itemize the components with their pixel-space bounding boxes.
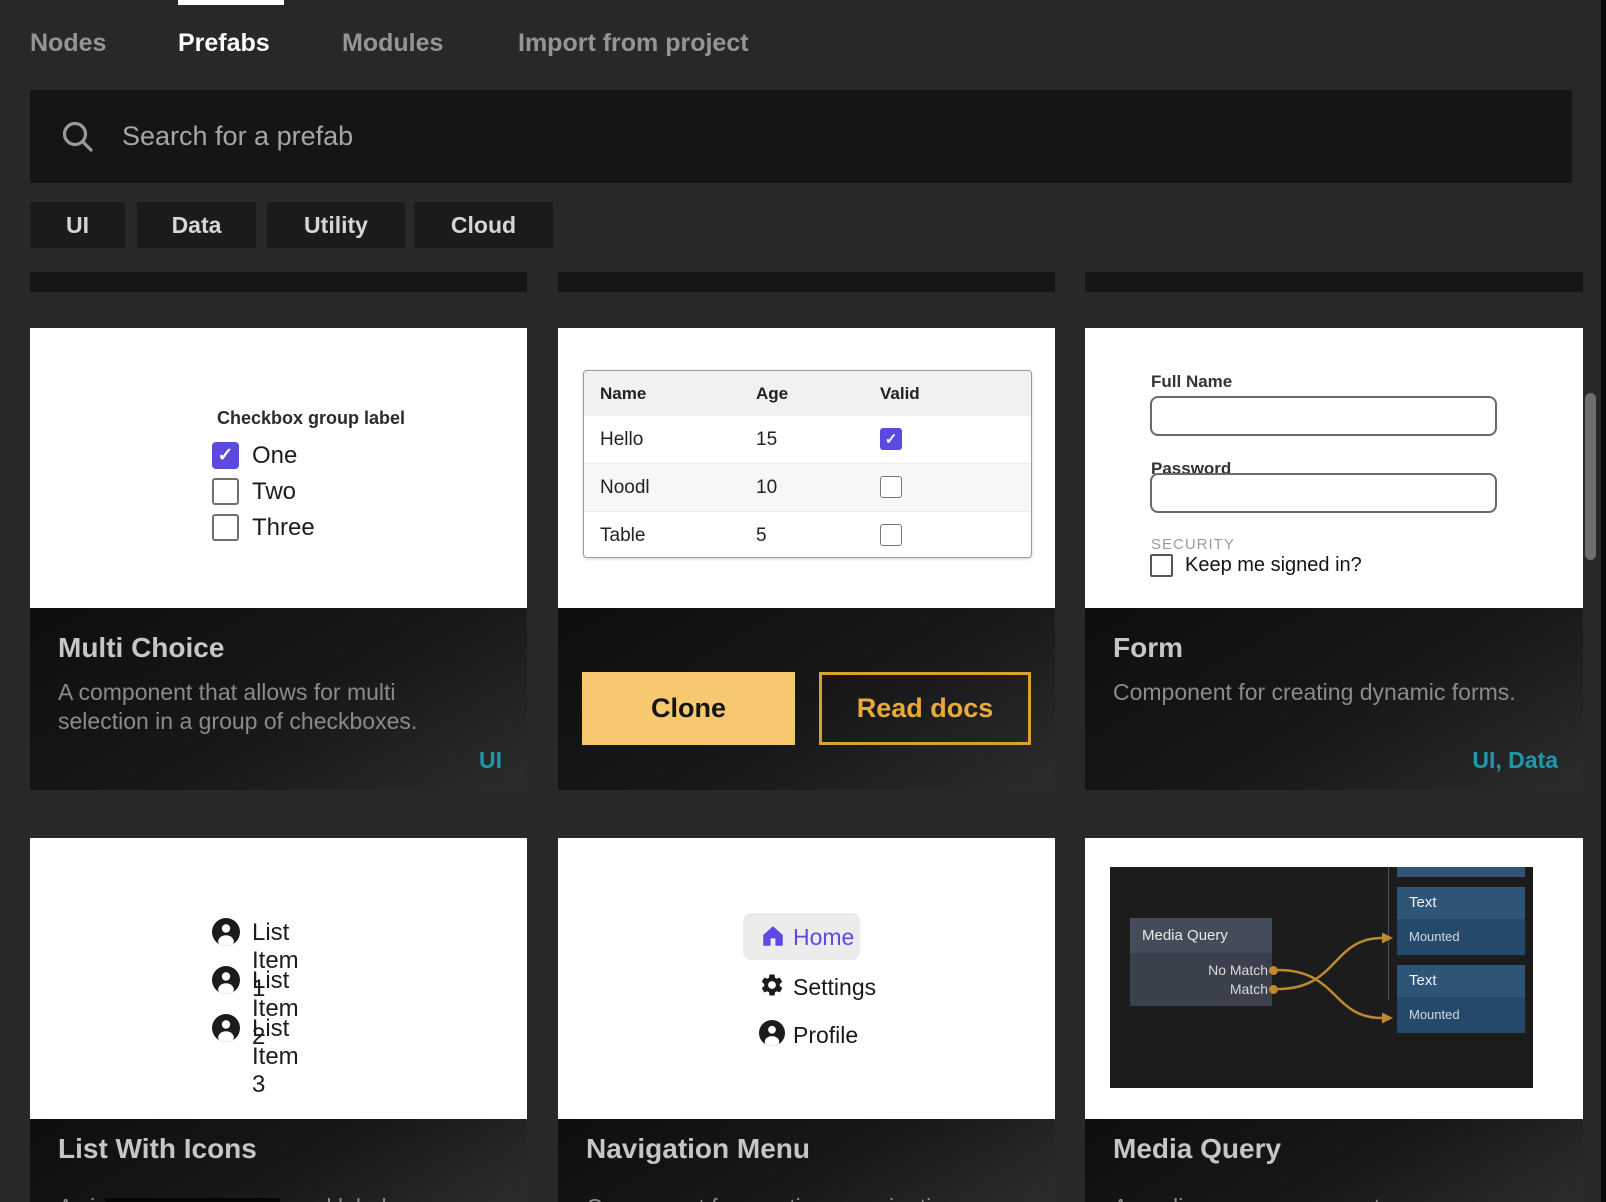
table-row: Table 5 bbox=[584, 512, 1031, 558]
cell-checkbox-checked: ✓ bbox=[880, 428, 902, 450]
filter-chip-cloud[interactable]: Cloud bbox=[414, 202, 553, 248]
nav-item-profile: Profile bbox=[793, 1022, 858, 1049]
table-header-row: Name Age Valid bbox=[584, 371, 1031, 417]
card-footer: Navigation Menu Component for creating a… bbox=[558, 1119, 1055, 1202]
cell-checkbox-unchecked bbox=[880, 476, 902, 498]
checkbox-label: One bbox=[252, 442, 297, 470]
search-placeholder: Search for a prefab bbox=[122, 121, 353, 152]
table-row: Noodl 10 bbox=[584, 464, 1031, 512]
card-title: Multi Choice bbox=[58, 632, 224, 664]
card-title: Media Query bbox=[1113, 1133, 1281, 1165]
multi-choice-preview: Checkbox group label ✓ One Two Three bbox=[30, 328, 527, 608]
full-name-label: Full Name bbox=[1151, 372, 1232, 392]
active-tab-indicator bbox=[178, 0, 284, 5]
vertical-scrollbar-thumb[interactable] bbox=[1585, 393, 1596, 560]
filter-chip-ui[interactable]: UI bbox=[30, 202, 125, 248]
card-description: A media query component. bbox=[1113, 1193, 1545, 1202]
checkbox-group-label: Checkbox group label bbox=[217, 408, 405, 429]
checkbox-unchecked bbox=[212, 514, 239, 541]
security-section-label: SECURITY bbox=[1151, 536, 1235, 553]
password-input bbox=[1150, 473, 1497, 513]
gear-icon bbox=[759, 972, 785, 998]
clipped-card-bottom bbox=[1085, 272, 1583, 292]
cell-name: Table bbox=[600, 512, 645, 558]
bottom-edge-artifact bbox=[105, 1198, 280, 1202]
card-footer: Form Component for creating dynamic form… bbox=[1085, 608, 1583, 790]
clone-button[interactable]: Clone bbox=[582, 672, 795, 745]
filter-chip-utility[interactable]: Utility bbox=[267, 202, 405, 248]
nav-item-settings: Settings bbox=[793, 974, 876, 1001]
card-tags: UI bbox=[479, 747, 502, 774]
tab-prefabs[interactable]: Prefabs bbox=[178, 29, 270, 58]
cell-age: 15 bbox=[756, 416, 777, 463]
card-title: Navigation Menu bbox=[586, 1133, 810, 1165]
clipped-card-bottom bbox=[30, 272, 527, 292]
person-icon bbox=[212, 1014, 240, 1042]
connection-wires bbox=[1110, 867, 1533, 1088]
card-footer: Multi Choice A component that allows for… bbox=[30, 608, 527, 790]
home-icon bbox=[760, 923, 786, 949]
nav-item-home: Home bbox=[793, 924, 854, 951]
keep-signed-in-label: Keep me signed in? bbox=[1185, 554, 1362, 577]
card-footer: Media Query A media query component. bbox=[1085, 1119, 1583, 1202]
prefab-card-form[interactable]: Full Name Password SECURITY Keep me sign… bbox=[1085, 328, 1583, 790]
cell-checkbox-unchecked bbox=[880, 524, 902, 546]
cell-name: Noodl bbox=[600, 464, 650, 511]
checkbox-label: Two bbox=[252, 478, 296, 506]
keep-signed-in-checkbox bbox=[1150, 554, 1173, 577]
cell-age: 10 bbox=[756, 464, 777, 511]
prefab-card-list-with-icons[interactable]: List Item 1 List Item 2 List Item 3 List… bbox=[30, 838, 527, 1202]
list-item-label: List Item 3 bbox=[252, 1015, 299, 1099]
prefab-card-table[interactable]: Name Age Valid Hello 15 ✓ Noodl 10 Table… bbox=[558, 328, 1055, 790]
card-title: List With Icons bbox=[58, 1133, 257, 1165]
prefab-card-multi-choice[interactable]: Checkbox group label ✓ One Two Three Mul… bbox=[30, 328, 527, 790]
cell-age: 5 bbox=[756, 512, 767, 558]
column-header-age: Age bbox=[756, 371, 788, 416]
tab-nodes[interactable]: Nodes bbox=[30, 29, 106, 58]
preview-table: Name Age Valid Hello 15 ✓ Noodl 10 Table… bbox=[583, 370, 1032, 558]
filter-chip-data[interactable]: Data bbox=[137, 202, 256, 248]
checkbox-checked: ✓ bbox=[212, 442, 239, 469]
card-description: Component for creating a navigation menu… bbox=[586, 1193, 1018, 1202]
card-description: A component that allows for multi select… bbox=[58, 678, 490, 736]
card-tags: UI, Data bbox=[1472, 747, 1558, 774]
form-preview: Full Name Password SECURITY Keep me sign… bbox=[1085, 328, 1583, 608]
table-preview: Name Age Valid Hello 15 ✓ Noodl 10 Table… bbox=[558, 328, 1055, 608]
prefab-card-media-query[interactable]: Text Mounted Text Mounted Media Query No… bbox=[1085, 838, 1583, 1202]
navigation-menu-preview: Home Settings Profile bbox=[558, 838, 1055, 1119]
search-icon bbox=[60, 119, 96, 155]
list-with-icons-preview: List Item 1 List Item 2 List Item 3 bbox=[30, 838, 527, 1119]
card-description: Component for creating dynamic forms. bbox=[1113, 678, 1545, 707]
cell-name: Hello bbox=[600, 416, 643, 463]
card-footer: List With Icons A simple list with icons… bbox=[30, 1119, 527, 1202]
tab-modules[interactable]: Modules bbox=[342, 29, 443, 58]
column-header-valid: Valid bbox=[880, 371, 920, 416]
prefab-browser-panel: Nodes Prefabs Modules Import from projec… bbox=[0, 0, 1606, 1202]
card-footer-hover: Clone Read docs bbox=[558, 608, 1055, 790]
clipped-card-bottom bbox=[558, 272, 1055, 292]
card-title: Form bbox=[1113, 632, 1183, 664]
person-icon bbox=[212, 918, 240, 946]
table-row: Hello 15 ✓ bbox=[584, 416, 1031, 464]
media-query-preview: Text Mounted Text Mounted Media Query No… bbox=[1085, 838, 1583, 1119]
column-header-name: Name bbox=[600, 371, 646, 416]
prefab-card-navigation-menu[interactable]: Home Settings Profile Navigation Menu Co… bbox=[558, 838, 1055, 1202]
checkbox-unchecked bbox=[212, 478, 239, 505]
checkbox-label: Three bbox=[252, 514, 315, 542]
read-docs-button[interactable]: Read docs bbox=[819, 672, 1031, 745]
full-name-input bbox=[1150, 396, 1497, 436]
person-icon bbox=[759, 1020, 785, 1046]
node-graph-canvas: Text Mounted Text Mounted Media Query No… bbox=[1110, 867, 1533, 1088]
panel-right-edge bbox=[1601, 0, 1606, 1202]
search-input[interactable]: Search for a prefab bbox=[30, 90, 1572, 183]
tab-import-from-project[interactable]: Import from project bbox=[518, 29, 749, 58]
person-icon bbox=[212, 966, 240, 994]
